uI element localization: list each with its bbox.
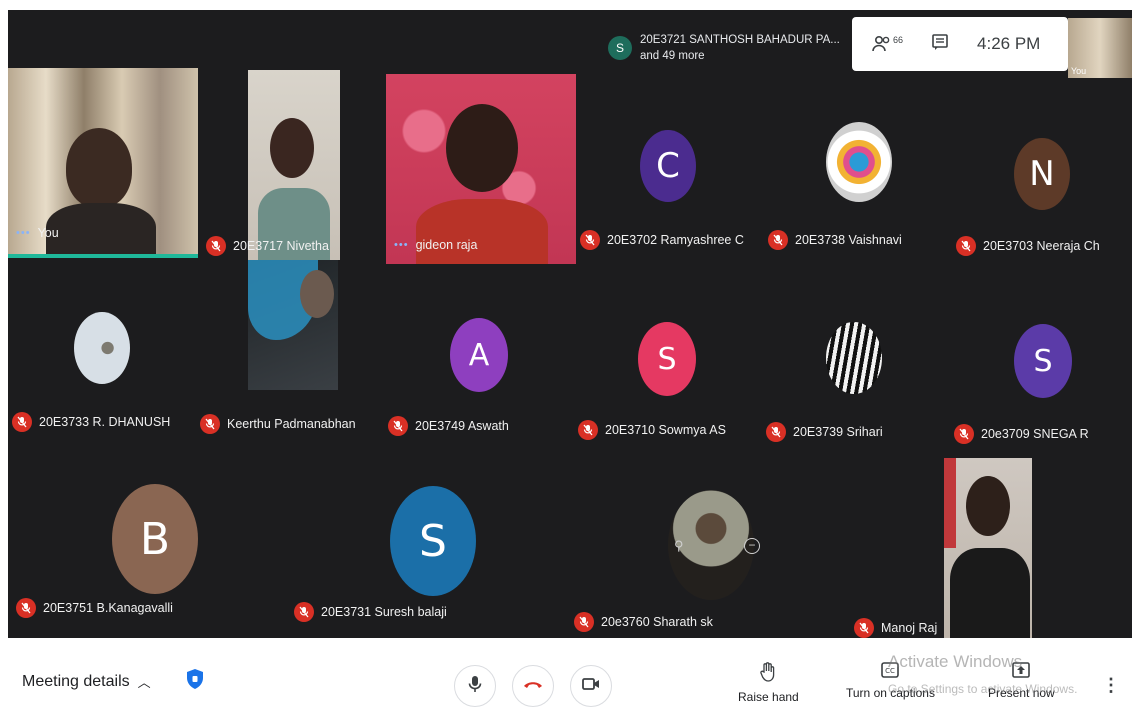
remove-icon[interactable]: − — [744, 538, 760, 554]
participant-name: 20E3749 Aswath — [415, 419, 509, 433]
participant-tile[interactable]: Manoj Raj — [854, 458, 1132, 638]
mic-off-icon — [580, 230, 600, 250]
participant-avatar: S — [638, 322, 696, 396]
participant-avatar: B — [112, 484, 198, 594]
speaking-indicator — [8, 254, 198, 258]
mic-off-icon — [574, 612, 594, 632]
participant-name: 20E3733 R. DHANUSH — [39, 415, 171, 429]
participant-video — [944, 458, 1032, 638]
chat-icon[interactable] — [931, 33, 949, 56]
participant-tile[interactable]: 20E3717 Nivetha — [202, 70, 342, 260]
presenter-info[interactable]: S 20E3721 SANTHOSH BAHADUR PA... and 49 … — [608, 32, 840, 64]
audio-level-icon: ••• — [394, 239, 409, 251]
participant-name: 20E3738 Vaishnavi — [795, 233, 902, 247]
participant-avatar: A — [450, 318, 508, 392]
mic-off-icon — [854, 618, 874, 638]
participant-name: 20E3739 Srihari — [793, 425, 883, 439]
people-icon[interactable]: 66 — [872, 35, 903, 53]
participant-name: Manoj Raj — [881, 621, 938, 635]
participant-video — [386, 74, 576, 264]
self-view-label: You — [1071, 66, 1087, 76]
participant-name: 20E3731 Suresh balaji — [321, 605, 447, 619]
participant-tile[interactable]: ⚲ − 20e3760 Sharath sk — [574, 488, 844, 638]
participant-name: 20e3709 SNEGA R — [981, 427, 1089, 441]
presenter-more: and 49 more — [640, 50, 705, 62]
mic-off-icon — [206, 236, 226, 256]
mic-off-icon — [956, 236, 976, 256]
participant-video — [248, 260, 338, 390]
participant-tile[interactable]: S 20E3710 Sowmya AS — [578, 310, 758, 450]
participant-name: 20E3717 Nivetha — [233, 239, 329, 253]
clock-time: 4:26 PM — [977, 34, 1041, 53]
participant-photo — [826, 122, 892, 202]
presenter-avatar: S — [608, 36, 632, 60]
participant-name: 20E3710 Sowmya AS — [605, 423, 726, 437]
participant-tile[interactable]: S 20E3731 Suresh balaji — [294, 482, 564, 632]
participant-tile[interactable]: ••• gideon raja — [386, 74, 576, 264]
more-options-icon[interactable]: ⋮ — [1102, 676, 1120, 694]
mic-off-icon — [16, 598, 36, 618]
mic-off-icon — [388, 416, 408, 436]
activate-windows-title: Activate Windows — [888, 652, 1023, 671]
participant-video — [248, 70, 340, 260]
participant-name: gideon raja — [415, 238, 478, 252]
raise-hand-button[interactable]: Raise hand — [738, 662, 799, 704]
mic-off-icon — [954, 424, 974, 444]
mic-off-icon — [768, 230, 788, 250]
microphone-button[interactable] — [454, 665, 496, 707]
participant-tile[interactable]: B 20E3751 B.Kanagavalli — [16, 478, 276, 628]
microphone-icon — [468, 675, 482, 698]
top-info-card: 66 4:26 PM — [852, 17, 1068, 71]
participant-photo — [74, 312, 130, 384]
participant-avatar: N — [1014, 138, 1070, 210]
participant-avatar: C — [640, 130, 696, 202]
hang-up-icon — [523, 677, 543, 695]
chevron-up-icon: ︿ — [137, 675, 151, 690]
camera-icon — [582, 677, 600, 696]
participant-count: 66 — [893, 35, 904, 45]
participant-tile[interactable]: N 20E3703 Neeraja Ch — [956, 110, 1132, 270]
meeting-details-button[interactable]: Meeting details ︿ — [22, 672, 151, 691]
presenter-name: 20E3721 SANTHOSH BAHADUR PA... — [640, 34, 840, 46]
participant-tile[interactable]: S 20e3709 SNEGA R — [954, 310, 1132, 450]
camera-button[interactable] — [570, 665, 612, 707]
mic-off-icon — [578, 420, 598, 440]
mic-off-icon — [12, 412, 32, 432]
participant-name: You — [37, 226, 59, 240]
participant-photo — [826, 322, 882, 394]
participant-avatar: S — [390, 486, 476, 596]
participant-name: 20E3702 Ramyashree C — [607, 233, 744, 247]
participant-name: 20E3703 Neeraja Ch — [983, 239, 1100, 253]
leave-call-button[interactable] — [512, 665, 554, 707]
pin-icon[interactable]: ⚲ — [674, 538, 688, 553]
raise-hand-label: Raise hand — [738, 690, 799, 704]
participant-tile[interactable]: A 20E3749 Aswath — [388, 310, 568, 450]
participant-name: 20E3751 B.Kanagavalli — [43, 601, 173, 615]
participant-tile[interactable]: 20E3738 Vaishnavi — [768, 110, 948, 270]
participant-name: Keerthu Padmanabhan — [227, 417, 356, 431]
audio-level-icon: ••• — [16, 227, 31, 239]
participant-name: 20e3760 Sharath sk — [601, 615, 713, 629]
participant-tile[interactable]: C 20E3702 Ramyashree C — [580, 110, 760, 270]
participant-grid: ••• You 20E3717 Nivetha ••• gideon raja … — [8, 10, 1132, 638]
participant-avatar: S — [1014, 324, 1072, 398]
self-view-thumbnail[interactable]: You — [1068, 18, 1132, 78]
hand-icon — [760, 662, 776, 685]
participant-tile[interactable]: Keerthu Padmanabhan — [200, 260, 380, 440]
participant-tile[interactable]: 20E3739 Srihari — [766, 310, 946, 450]
mic-off-icon — [200, 414, 220, 434]
mic-off-icon — [766, 422, 786, 442]
participant-tile[interactable]: ••• You — [8, 68, 198, 258]
participant-tile[interactable]: 20E3733 R. DHANUSH — [12, 300, 192, 440]
shield-icon[interactable] — [186, 668, 204, 695]
mic-off-icon — [294, 602, 314, 622]
meeting-details-label: Meeting details — [22, 672, 130, 690]
activate-windows-subtitle: Go to Settings to activate Windows. — [888, 682, 1078, 696]
